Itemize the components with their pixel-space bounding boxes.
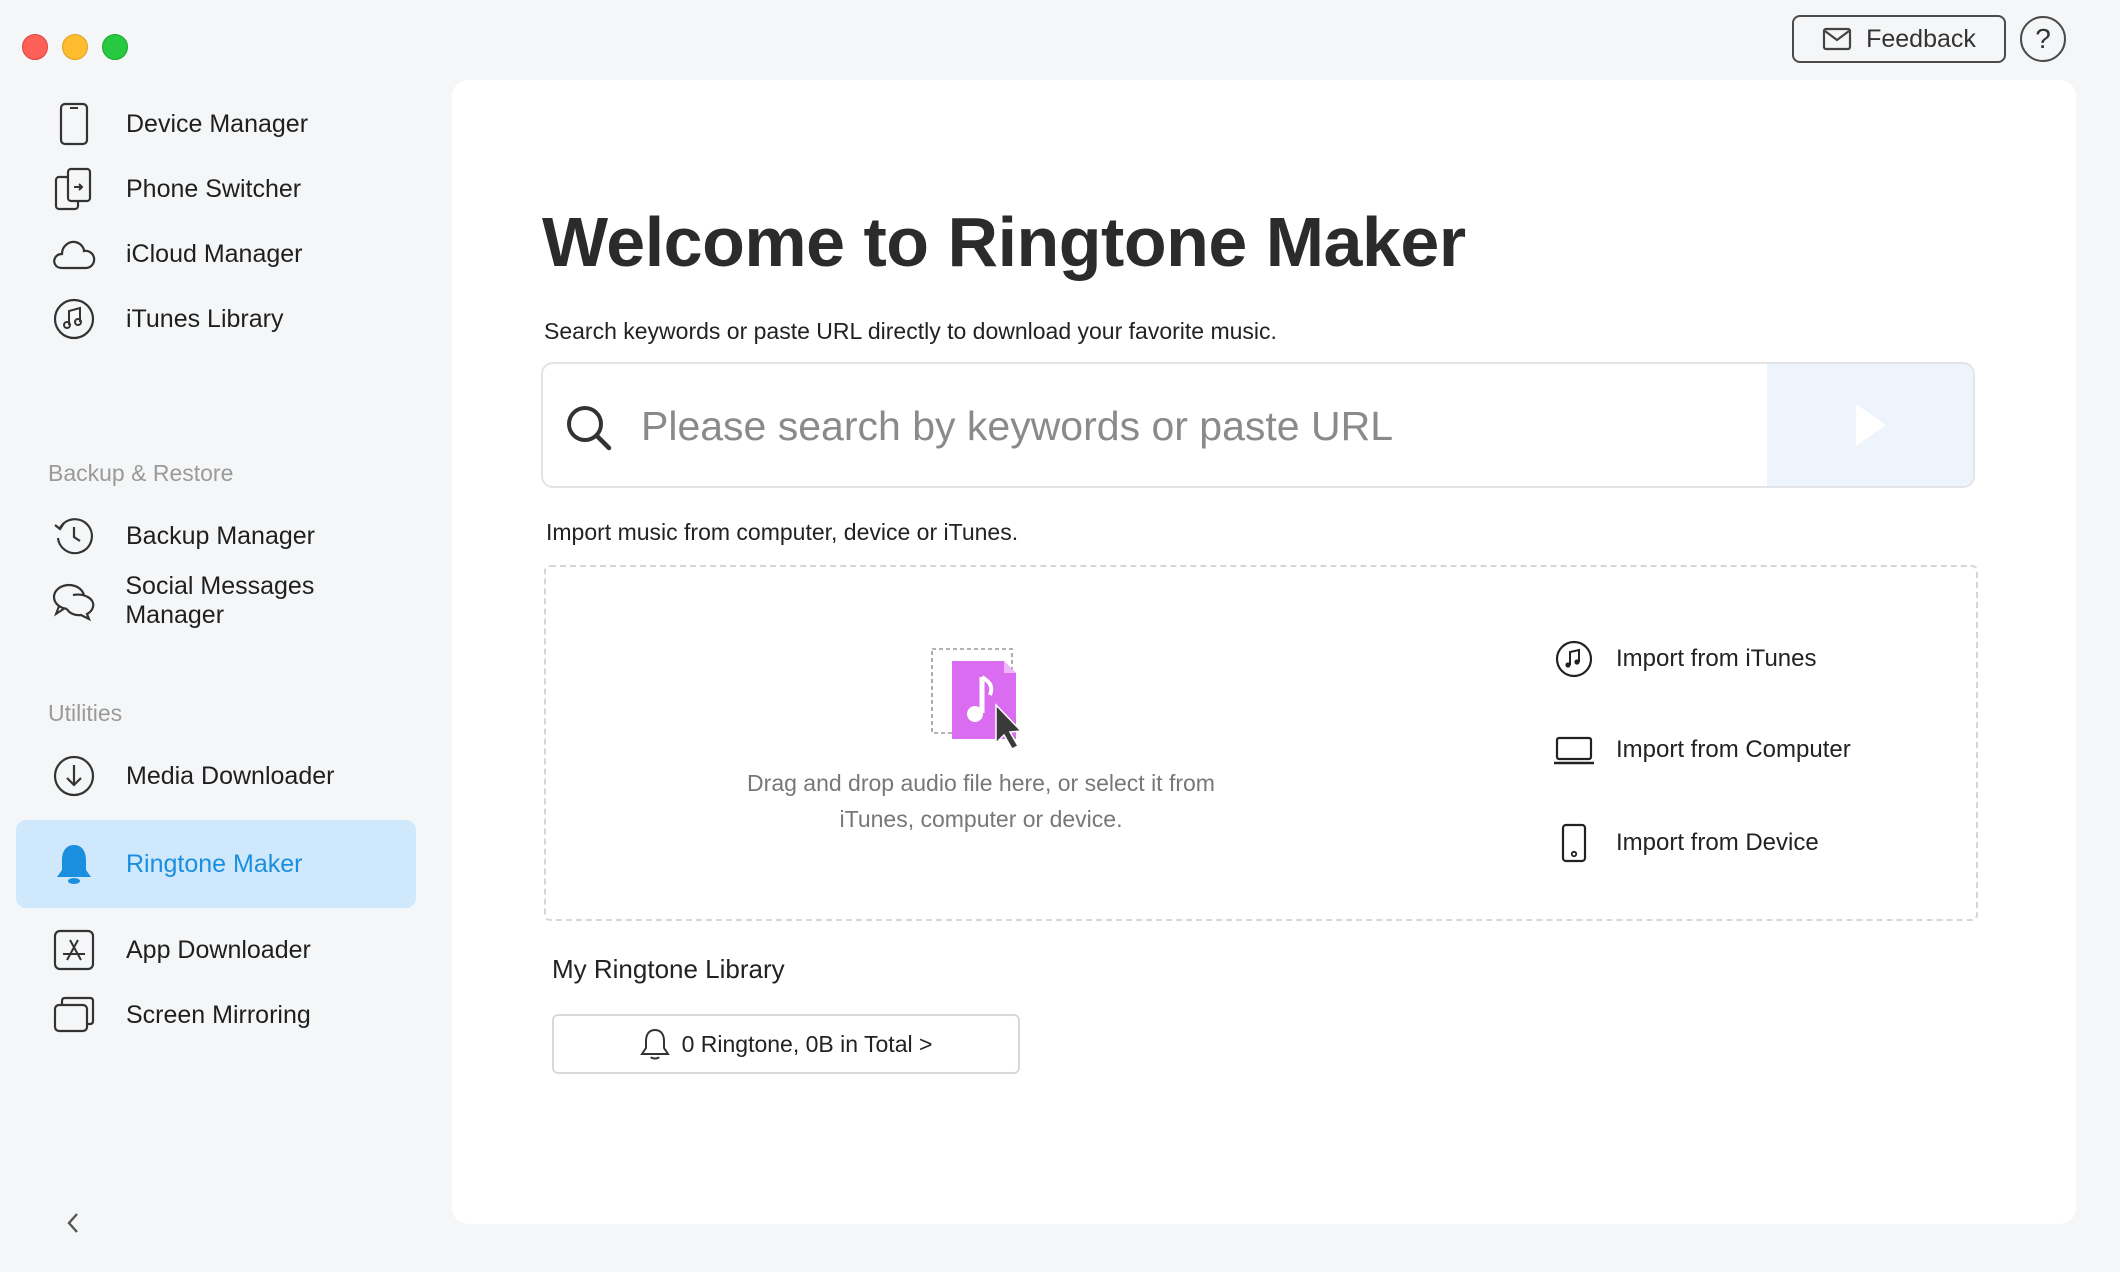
mail-icon — [1822, 27, 1852, 51]
sidebar-item-label: Media Downloader — [126, 761, 335, 790]
window-zoom-button[interactable] — [102, 34, 128, 60]
sidebar-item-label: iCloud Manager — [126, 239, 303, 268]
history-icon — [50, 512, 98, 560]
help-button[interactable]: ? — [2020, 16, 2066, 62]
import-option-label: Import from iTunes — [1616, 645, 1817, 672]
music-note-icon — [50, 295, 98, 343]
help-label: ? — [2035, 23, 2051, 54]
feedback-button[interactable]: Feedback — [1792, 15, 2006, 63]
sidebar-item-label: Ringtone Maker — [126, 849, 303, 878]
import-from-itunes-button[interactable]: Import from iTunes — [1552, 637, 1817, 681]
sidebar-item-label: Social Messages Manager — [125, 572, 315, 629]
import-label: Import music from computer, device or iT… — [546, 519, 1019, 545]
import-from-computer-button[interactable]: Import from Computer — [1552, 728, 1851, 772]
feedback-label: Feedback — [1866, 24, 1976, 53]
ringtone-library-title: My Ringtone Library — [552, 954, 785, 984]
screen-mirror-icon — [50, 991, 98, 1039]
page-subtitle: Search keywords or paste URL directly to… — [544, 318, 1277, 344]
phone-switch-icon — [50, 165, 98, 213]
ringtone-library-summary: 0 Ringtone, 0B in Total > — [681, 1030, 933, 1057]
cloud-icon — [50, 230, 98, 278]
download-icon — [50, 752, 98, 800]
window-close-button[interactable] — [22, 34, 48, 60]
import-from-device-button[interactable]: Import from Device — [1552, 821, 1819, 865]
bell-icon — [50, 840, 98, 888]
sidebar-item-label: App Downloader — [126, 935, 311, 964]
sidebar-item-media-downloader[interactable]: Media Downloader — [16, 732, 416, 820]
window-minimize-button[interactable] — [62, 34, 88, 60]
drop-zone[interactable]: Drag and drop audio file here, or select… — [544, 565, 1978, 921]
section-label-backup: Backup & Restore — [48, 460, 234, 486]
sidebar-item-label: Backup Manager — [126, 521, 316, 550]
ringtone-library-button[interactable]: 0 Ringtone, 0B in Total > — [552, 1014, 1020, 1074]
sidebar-item-itunes-library[interactable]: iTunes Library — [16, 275, 416, 363]
main-panel: Welcome to Ringtone Maker Search keyword… — [452, 80, 2076, 1224]
import-option-label: Import from Device — [1616, 829, 1819, 856]
play-arrow-icon — [1856, 404, 1886, 446]
music-note-circle-icon — [1552, 637, 1596, 681]
search-box — [541, 362, 1975, 488]
sidebar-item-social-messages-manager[interactable]: Social Messages Manager — [16, 557, 416, 645]
sidebar-item-label: iTunes Library — [126, 304, 284, 333]
sidebar-item-label: Device Manager — [126, 109, 309, 138]
sidebar-item-ringtone-maker[interactable]: Ringtone Maker — [16, 820, 416, 908]
audio-file-drop-icon — [931, 648, 1023, 750]
bell-outline-icon — [639, 1028, 670, 1060]
page-title: Welcome to Ringtone Maker — [542, 203, 1466, 281]
app-store-icon — [50, 926, 98, 974]
import-option-label: Import from Computer — [1616, 736, 1851, 763]
phone-icon — [50, 100, 98, 148]
search-input[interactable] — [639, 364, 1743, 486]
search-go-button[interactable] — [1767, 364, 1973, 486]
laptop-icon — [1552, 728, 1596, 772]
drop-text-line-2: iTunes, computer or device. — [839, 806, 1123, 832]
chat-bubbles-icon — [50, 577, 97, 625]
section-label-utilities: Utilities — [48, 700, 123, 726]
sidebar-collapse-button[interactable] — [58, 1208, 88, 1238]
tablet-icon — [1552, 821, 1596, 865]
sidebar-item-screen-mirroring[interactable]: Screen Mirroring — [16, 971, 416, 1059]
drop-instructions: Drag and drop audio file here, or select… — [696, 765, 1266, 837]
sidebar: Device Manager Phone Switcher iCloud Man… — [0, 80, 440, 1272]
sidebar-item-label: Screen Mirroring — [126, 1000, 311, 1029]
sidebar-item-label: Phone Switcher — [126, 174, 302, 203]
search-icon — [567, 406, 612, 451]
chevron-left-icon — [67, 1213, 78, 1233]
drop-text-line-1: Drag and drop audio file here, or select… — [747, 770, 1215, 796]
